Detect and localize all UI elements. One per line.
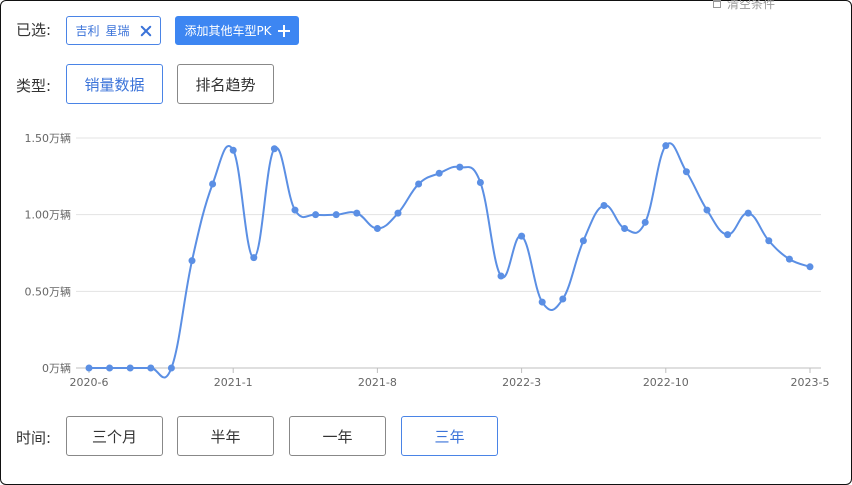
x-tick-label: 2023-5 [791, 376, 830, 389]
y-tick-label: 0万辆 [42, 361, 71, 375]
data-point[interactable] [147, 364, 155, 372]
y-tick-label: 1.00万辆 [25, 208, 72, 222]
data-point[interactable] [126, 364, 134, 372]
data-point[interactable] [373, 224, 381, 232]
data-point[interactable] [229, 146, 237, 154]
plus-icon [277, 24, 290, 37]
close-icon[interactable] [140, 25, 152, 37]
data-point[interactable] [435, 169, 443, 177]
time-option-3-months[interactable]: 三个月 [66, 416, 163, 456]
y-axis-ticks: 0万辆 0.50万辆 1.00万辆 1.50万辆 [25, 131, 72, 375]
data-point[interactable] [106, 364, 114, 372]
time-label: 时间: [16, 429, 52, 447]
x-tick-label: 2022-10 [643, 376, 689, 389]
data-point[interactable] [621, 224, 629, 232]
data-point[interactable] [641, 218, 649, 226]
add-car-pk-label: 添加其他车型PK [184, 24, 272, 38]
data-point[interactable] [662, 142, 670, 150]
data-point[interactable] [579, 237, 587, 245]
y-tick-label: 0.50万辆 [25, 284, 72, 298]
series-line [89, 142, 811, 379]
data-point[interactable] [250, 254, 258, 262]
data-points [85, 142, 814, 372]
grid-lines [76, 137, 821, 369]
clear-conditions-label: 清空条件 [727, 0, 776, 11]
selected-car-model: 星瑞 [105, 24, 130, 38]
data-point[interactable] [188, 257, 196, 265]
selected-car-tag[interactable]: 吉利 星瑞 [66, 16, 161, 45]
y-tick-label: 1.50万辆 [25, 131, 72, 145]
x-tick-label: 2022-3 [502, 376, 541, 389]
trash-icon [713, 0, 721, 8]
data-point[interactable] [209, 180, 217, 188]
clear-conditions-button[interactable]: 清空条件 [713, 0, 775, 12]
time-option-1-year[interactable]: 一年 [289, 416, 386, 456]
data-point[interactable] [291, 206, 299, 214]
data-point[interactable] [167, 364, 175, 372]
data-point[interactable] [332, 211, 340, 219]
data-point[interactable] [476, 178, 484, 186]
time-option-3-years[interactable]: 三年 [401, 416, 498, 456]
selected-label: 已选: [16, 21, 52, 39]
type-row: 类型: [16, 75, 51, 96]
selected-row: 已选: [16, 19, 51, 40]
data-point[interactable] [415, 180, 423, 188]
x-tick-label: 2021-8 [358, 376, 397, 389]
type-option-sales[interactable]: 销量数据 [66, 64, 163, 104]
data-point[interactable] [559, 295, 567, 303]
x-tick-label: 2020-6 [70, 376, 109, 389]
data-point[interactable] [85, 364, 93, 372]
type-label: 类型: [16, 77, 52, 95]
data-point[interactable] [270, 145, 278, 153]
type-option-ranking[interactable]: 排名趋势 [177, 64, 274, 104]
data-point[interactable] [703, 206, 711, 214]
data-point[interactable] [765, 237, 773, 245]
chart-panel: 已选: 吉利 星瑞 添加其他车型PK 清空条件 类型: 销量数据 排名趋势 0万… [0, 0, 852, 485]
data-point[interactable] [682, 168, 690, 176]
data-point[interactable] [744, 209, 752, 217]
data-point[interactable] [518, 232, 526, 240]
x-tick-label: 2021-1 [214, 376, 253, 389]
data-point[interactable] [312, 211, 320, 219]
data-point[interactable] [497, 272, 505, 280]
data-point[interactable] [456, 163, 464, 171]
data-point[interactable] [806, 263, 814, 271]
data-point[interactable] [538, 298, 546, 306]
data-point[interactable] [785, 255, 793, 263]
time-option-half-year[interactable]: 半年 [177, 416, 274, 456]
data-point[interactable] [394, 209, 402, 217]
sales-line-chart: 0万辆 0.50万辆 1.00万辆 1.50万辆 2020-6 2021-1 2021-8… [25, 131, 830, 389]
data-point[interactable] [600, 201, 608, 209]
selected-car-brand: 吉利 [75, 24, 100, 38]
data-point[interactable] [724, 231, 732, 239]
add-car-pk-button[interactable]: 添加其他车型PK [175, 16, 299, 45]
data-point[interactable] [353, 209, 361, 217]
x-axis-ticks: 2020-6 2021-1 2021-8 2022-3 2022-10 2023-5 [70, 368, 830, 389]
time-row: 时间: [16, 427, 51, 448]
